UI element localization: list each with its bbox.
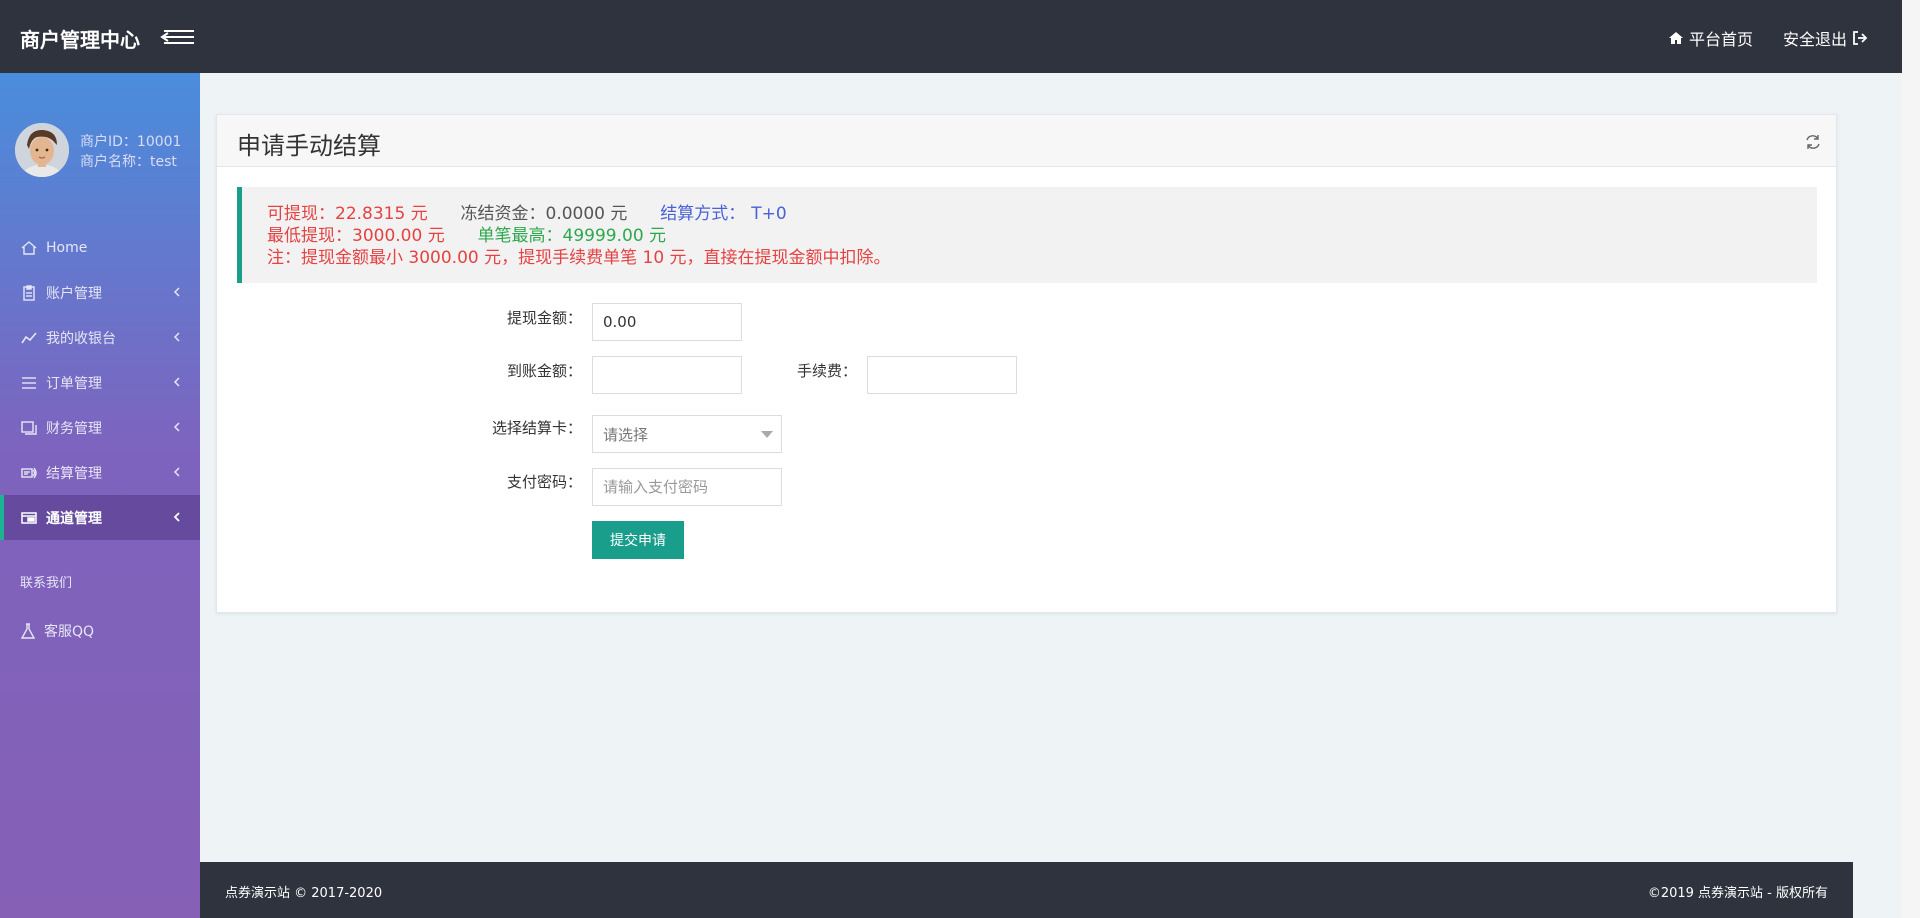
chevron-left-icon: [173, 467, 180, 477]
top-navbar: 商户管理中心 平台首页 安全退出: [0, 0, 1902, 73]
copy-icon: [20, 419, 38, 437]
platform-home-link[interactable]: 平台首页: [1668, 26, 1753, 50]
settlement-card-select[interactable]: 请选择: [592, 415, 782, 453]
pay-password-input[interactable]: [592, 468, 782, 506]
sidebar-item-label: 财务管理: [46, 420, 102, 437]
card-select-value: 请选择: [603, 425, 649, 444]
platform-home-label: 平台首页: [1689, 30, 1754, 49]
home-icon: [1669, 32, 1683, 44]
home-icon: [20, 239, 38, 257]
page-scrollbar[interactable]: [1902, 0, 1920, 918]
channel-icon: [20, 509, 38, 527]
sidebar-item-cashier[interactable]: 我的收银台: [0, 315, 200, 360]
sidebar-item-label: Home: [46, 239, 88, 256]
merchant-name: 商户名称：test: [80, 154, 177, 170]
submit-button[interactable]: 提交申请: [592, 521, 684, 559]
chevron-left-icon: [173, 287, 180, 297]
footer-copyright-right: ©2019 点券演示站 - 版权所有: [1647, 886, 1828, 901]
withdraw-amount-input[interactable]: [592, 303, 742, 341]
chart-line-icon: [20, 329, 38, 347]
card-label: 选择结算卡：: [491, 419, 582, 437]
sidebar-item-settlement[interactable]: 结算管理: [0, 450, 200, 495]
list-icon: [20, 374, 38, 392]
sidebar-item-finance[interactable]: 财务管理: [0, 405, 200, 450]
sidebar-item-channels[interactable]: 通道管理: [0, 495, 200, 540]
method-label: 结算方式：: [660, 204, 746, 224]
sidebar-item-home[interactable]: Home: [0, 225, 200, 270]
alert-note: 注：提现金额最小 3000.00 元，提现手续费单笔 10 元，直接在提现金额中…: [267, 248, 891, 268]
sidebar-item-label: 结算管理: [46, 465, 102, 482]
chevron-left-icon: [173, 512, 180, 522]
sidebar: 商户ID：10001 商户名称：test Home 账户管理 我的收银台 订单管…: [0, 73, 200, 918]
sidebar-item-label: 订单管理: [46, 375, 102, 392]
sidebar-item-orders[interactable]: 订单管理: [0, 360, 200, 405]
sidebar-item-label: 通道管理: [46, 510, 102, 527]
sidebar-nav: Home 账户管理 我的收银台 订单管理 财务管理 结算管理 通道管理: [0, 225, 200, 540]
merchant-id: 商户ID：10001: [80, 134, 182, 150]
sidebar-item-account[interactable]: 账户管理: [0, 270, 200, 315]
amount-label: 提现金额：: [506, 309, 582, 327]
fee-input[interactable]: [867, 356, 1017, 394]
chevron-left-icon: [173, 422, 180, 432]
footer: 点券演示站 © 2017-2020 ©2019 点券演示站 - 版权所有: [200, 862, 1853, 918]
sidebar-item-label: 我的收银台: [46, 330, 116, 347]
qq-support-label: 客服QQ: [44, 624, 95, 640]
chevron-left-icon: [173, 377, 180, 387]
menu-toggle-icon[interactable]: [160, 26, 196, 48]
sidebar-item-label: 账户管理: [46, 285, 102, 302]
clipboard-icon: [20, 284, 38, 302]
fee-label: 手续费：: [796, 362, 857, 380]
sign-out-icon: [1853, 31, 1868, 45]
arrival-label: 到账金额：: [506, 362, 582, 380]
password-label: 支付密码：: [506, 473, 582, 491]
chevron-left-icon: [173, 332, 180, 342]
method-value: T+0: [751, 204, 787, 224]
user-profile: 商户ID：10001 商户名称：test: [15, 123, 200, 183]
settlement-panel: 申请手动结算 可提现：22.8315 元 冻结资金：0.0000 元 结算方式：…: [216, 114, 1837, 613]
contact-section-title: 联系我们: [20, 576, 73, 591]
arrival-amount-input[interactable]: [592, 356, 742, 394]
brand-title: 商户管理中心: [20, 28, 140, 52]
logout-label: 安全退出: [1783, 30, 1848, 49]
sidebar-item-qq-support[interactable]: 客服QQ: [20, 621, 94, 641]
settlement-icon: [20, 464, 38, 482]
refresh-icon[interactable]: [1804, 133, 1822, 151]
flask-icon: [20, 623, 36, 639]
panel-header: 申请手动结算: [217, 115, 1836, 167]
panel-title: 申请手动结算: [237, 132, 381, 160]
footer-copyright-left: 点券演示站 © 2017-2020: [225, 886, 383, 901]
logout-link[interactable]: 安全退出: [1783, 26, 1868, 50]
balance-info-alert: 可提现：22.8315 元 冻结资金：0.0000 元 结算方式： T+0 最低提…: [237, 187, 1817, 283]
avatar: [15, 123, 69, 177]
chevron-down-icon: [761, 431, 773, 438]
